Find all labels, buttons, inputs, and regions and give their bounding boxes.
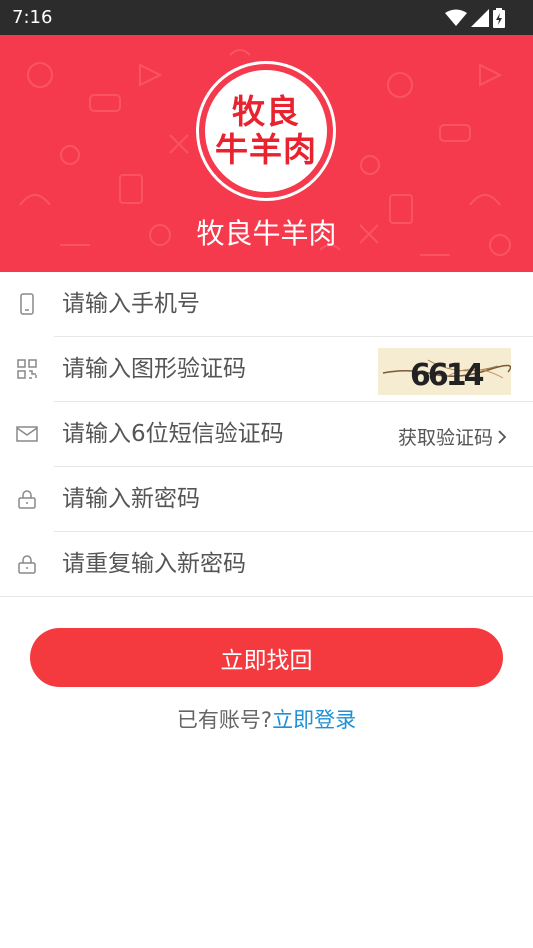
- brand-logo: 牧良 牛羊肉: [196, 61, 336, 201]
- qrcode-icon: [17, 359, 37, 379]
- lock-icon: [18, 555, 36, 574]
- repeat-password-row: [0, 532, 533, 597]
- new-password-row: [0, 467, 533, 532]
- signal-icon: [471, 9, 489, 27]
- login-prompt-line: 已有账号?立即登录: [0, 704, 533, 734]
- divider: [0, 596, 533, 597]
- reset-password-form: 6614 获取验证码: [0, 272, 533, 597]
- status-bar: 7:16: [0, 0, 533, 35]
- login-link[interactable]: 立即登录: [272, 708, 356, 732]
- get-code-label: 获取验证码: [397, 427, 493, 449]
- status-icons: [445, 8, 505, 28]
- recover-button[interactable]: 立即找回: [30, 628, 503, 687]
- wifi-icon: [445, 9, 467, 26]
- sms-row: 获取验证码: [0, 402, 533, 467]
- battery-icon: [493, 8, 505, 28]
- lock-icon: [18, 490, 36, 509]
- captcha-row: 6614: [0, 337, 533, 402]
- brand-logo-inner: 牧良 牛羊肉: [205, 70, 327, 192]
- logo-text-line2: 牛羊肉: [215, 130, 317, 169]
- captcha-input[interactable]: [62, 351, 362, 387]
- brand-name: 牧良牛羊肉: [196, 217, 337, 250]
- get-code-button[interactable]: 获取验证码: [398, 423, 507, 450]
- phone-row: [0, 272, 533, 337]
- login-prompt: 已有账号?: [176, 708, 273, 732]
- header-banner: 牧良 牛羊肉 牧良牛羊肉: [0, 35, 533, 272]
- phone-icon: [20, 293, 34, 315]
- mail-icon: [16, 426, 38, 442]
- captcha-image[interactable]: 6614: [378, 348, 511, 395]
- new-password-input[interactable]: [62, 481, 362, 517]
- chevron-right-icon: [498, 429, 507, 444]
- repeat-password-input[interactable]: [62, 546, 362, 582]
- phone-input[interactable]: [62, 286, 362, 322]
- sms-code-input[interactable]: [62, 416, 362, 452]
- status-time: 7:16: [12, 7, 53, 28]
- captcha-text: 6614: [410, 358, 484, 393]
- logo-text-line1: 牧良: [232, 92, 300, 131]
